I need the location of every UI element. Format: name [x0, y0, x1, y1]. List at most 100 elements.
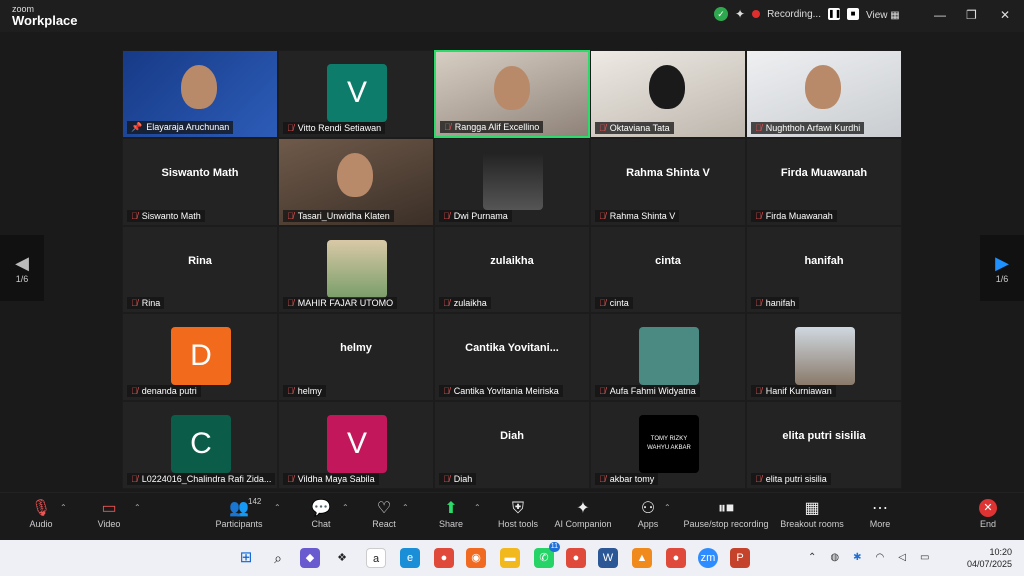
- breakout-rooms-button[interactable]: ▦ Breakout rooms: [780, 499, 844, 529]
- participant-tile[interactable]: Diah 🎙̸ Diah: [434, 401, 590, 489]
- participant-tile[interactable]: V 🎙̸ Vildha Maya Sabila: [278, 401, 434, 489]
- participants-chevron-icon[interactable]: ⌃: [274, 503, 281, 512]
- react-chevron-icon[interactable]: ⌃: [402, 503, 409, 512]
- view-button[interactable]: View ▦: [866, 10, 900, 21]
- name-tag: 🎙̸ Tasari_Unwidha Klaten: [283, 209, 394, 222]
- participant-tile[interactable]: 📌 Elayaraja Aruchunan: [122, 50, 278, 138]
- battery-icon[interactable]: ▭: [920, 552, 929, 563]
- participant-tile[interactable]: Rina 🎙̸ Rina: [122, 225, 278, 314]
- chat-button[interactable]: 💬 Chat: [306, 499, 336, 529]
- participant-tile[interactable]: cinta 🎙̸ cinta: [590, 225, 746, 314]
- prev-page-button[interactable]: ◀ 1/6: [0, 235, 44, 301]
- edge-icon[interactable]: e: [400, 548, 420, 568]
- participant-tile[interactable]: elita putri sisilia 🎙̸ elita putri sisilia: [746, 401, 902, 489]
- video-button[interactable]: ▭ Video: [94, 499, 124, 529]
- participant-display-name: Siswanto Math: [161, 166, 239, 179]
- wifi-icon[interactable]: ◠: [876, 552, 885, 563]
- share-chevron-icon[interactable]: ⌃: [474, 503, 481, 512]
- search-icon[interactable]: ⌕: [268, 548, 288, 568]
- participant-name: Oktaviana Tata: [609, 122, 670, 133]
- cursor-app-icon[interactable]: ▲: [632, 548, 652, 568]
- system-clock[interactable]: 10:20 04/07/2025: [967, 546, 1012, 570]
- whatsapp-icon[interactable]: ✆ 11: [534, 542, 560, 568]
- audio-button[interactable]: 🎙 Audio: [26, 499, 56, 529]
- participant-tile[interactable]: 🎙̸ Oktaviana Tata: [590, 50, 746, 138]
- host-tools-button[interactable]: ⛨ Host tools: [496, 499, 540, 529]
- stop-recording-button[interactable]: ■: [846, 8, 859, 20]
- participant-tile[interactable]: V 🎙̸ Vitto Rendi Setiawan: [278, 50, 434, 138]
- react-button[interactable]: ♡ React: [368, 499, 400, 529]
- name-tag: 🎙̸ Siswanto Math: [127, 209, 205, 222]
- participants-button[interactable]: 👥 142 Participants: [212, 497, 266, 529]
- page-indicator-left: 1/6: [15, 273, 29, 284]
- participant-tile[interactable]: Siswanto Math 🎙̸ Siswanto Math: [122, 137, 278, 226]
- participant-tile[interactable]: Rahma Shinta V 🎙̸ Rahma Shinta V: [590, 137, 746, 226]
- participant-tile[interactable]: 🎙̸ Hanif Kurniawan: [746, 313, 902, 402]
- chrome-icon[interactable]: ●: [434, 548, 454, 568]
- apps-chevron-icon[interactable]: ⌃: [664, 503, 671, 512]
- video-options-chevron-icon[interactable]: ⌃: [134, 503, 141, 512]
- participant-tile[interactable]: 🎙̸ Nughthoh Arfawi Kurdhi: [746, 50, 902, 138]
- powerpoint-icon[interactable]: P: [730, 548, 750, 568]
- react-label: React: [372, 519, 396, 529]
- participant-tile[interactable]: zulaikha 🎙̸ zulaikha: [434, 225, 590, 314]
- participant-tile[interactable]: 🎙̸ Dwi Purnama: [434, 137, 590, 226]
- zoom-taskbar-icon[interactable]: zm: [698, 548, 718, 568]
- participant-tile[interactable]: 🎙̸ MAHIR FAJAR UTOMO: [278, 225, 434, 314]
- zoom-logo: zoom Workplace: [12, 5, 78, 28]
- end-button[interactable]: ✕ End: [976, 499, 1000, 529]
- copilot-icon[interactable]: ◆: [300, 548, 320, 568]
- participant-tile[interactable]: 🎙̸ Aufa Fahmi Widyatna: [590, 313, 746, 402]
- participant-display-name: Diah: [500, 430, 524, 443]
- more-button[interactable]: ⋯ More: [866, 499, 894, 529]
- participant-name: L0224016_Chalindra Rafi Zida...: [141, 473, 272, 484]
- windows-start-icon[interactable]: ⊞: [236, 548, 256, 568]
- restore-icon[interactable]: ❐: [966, 8, 977, 22]
- volume-icon[interactable]: ◁: [898, 552, 906, 563]
- participant-display-name: elita putri sisilia: [782, 430, 866, 443]
- apps-button[interactable]: ⚇ Apps: [634, 499, 662, 529]
- grid-icon: ▦: [890, 10, 900, 21]
- name-tag: 🎙̸ MAHIR FAJAR UTOMO: [283, 297, 398, 310]
- amazon-icon[interactable]: a: [366, 548, 386, 568]
- heart-icon: ♡: [376, 500, 392, 517]
- chevron-right-icon: ▶: [995, 252, 1009, 273]
- mic-muted-icon: 🎙̸: [131, 386, 138, 397]
- close-icon[interactable]: ✕: [1000, 8, 1010, 22]
- word-icon[interactable]: W: [598, 548, 618, 568]
- firefox-icon[interactable]: ◉: [466, 548, 486, 568]
- tray-app-icon[interactable]: ◍: [830, 552, 839, 563]
- bluetooth-icon[interactable]: ✱: [853, 552, 861, 563]
- participant-name: cinta: [609, 298, 629, 309]
- dropbox-icon[interactable]: ❖: [332, 548, 352, 568]
- participant-tile[interactable]: Cantika Yovitani... 🎙̸ Cantika Yovitania M…: [434, 313, 590, 402]
- ai-companion-button[interactable]: ✦ AI Companion: [552, 499, 614, 529]
- sparkle-icon[interactable]: ✦: [735, 7, 745, 21]
- chrome-alt-icon[interactable]: ●: [666, 548, 686, 568]
- participant-tile[interactable]: 🎙̸ Rangga Alif Excellino: [434, 50, 590, 138]
- participant-tile[interactable]: helmy 🎙̸ helmy: [278, 313, 434, 402]
- next-page-button[interactable]: ▶ 1/6: [980, 235, 1024, 301]
- audio-options-chevron-icon[interactable]: ⌃: [60, 503, 67, 512]
- recording-label: Recording...: [767, 8, 821, 20]
- pause-recording-button[interactable]: ❚❚: [827, 8, 841, 20]
- participant-tile[interactable]: D 🎙̸ denanda putri: [122, 313, 278, 402]
- mic-muted-icon: 🎙̸: [287, 473, 294, 484]
- participant-tile[interactable]: TOMY RIZKY WAHYU AKBAR 🎙̸ akbar tomy: [590, 401, 746, 489]
- participant-name: Rahma Shinta V: [609, 210, 676, 221]
- chat-chevron-icon[interactable]: ⌃: [342, 503, 349, 512]
- chrome-profile-icon[interactable]: ●: [566, 548, 586, 568]
- tray-chevron-icon[interactable]: ⌃: [808, 552, 816, 563]
- minimize-icon[interactable]: —: [934, 8, 946, 22]
- participant-face: [337, 152, 373, 197]
- participant-tile[interactable]: hanifah 🎙̸ hanifah: [746, 225, 902, 314]
- participant-tile[interactable]: Firda Muawanah 🎙̸ Firda Muawanah: [746, 137, 902, 226]
- share-button[interactable]: ⬆ Share: [436, 499, 466, 529]
- shield-icon[interactable]: ✓: [714, 7, 728, 21]
- participant-tile[interactable]: C 🎙̸ L0224016_Chalindra Rafi Zida...: [122, 401, 278, 489]
- mic-muted-icon: 🎙̸: [755, 122, 762, 133]
- more-dots-icon: ⋯: [872, 500, 888, 517]
- participant-tile[interactable]: 🎙̸ Tasari_Unwidha Klaten: [278, 137, 434, 226]
- pause-stop-recording-button[interactable]: ⏸⏹ Pause/stop recording: [682, 499, 770, 529]
- file-explorer-icon[interactable]: ▬: [500, 548, 520, 568]
